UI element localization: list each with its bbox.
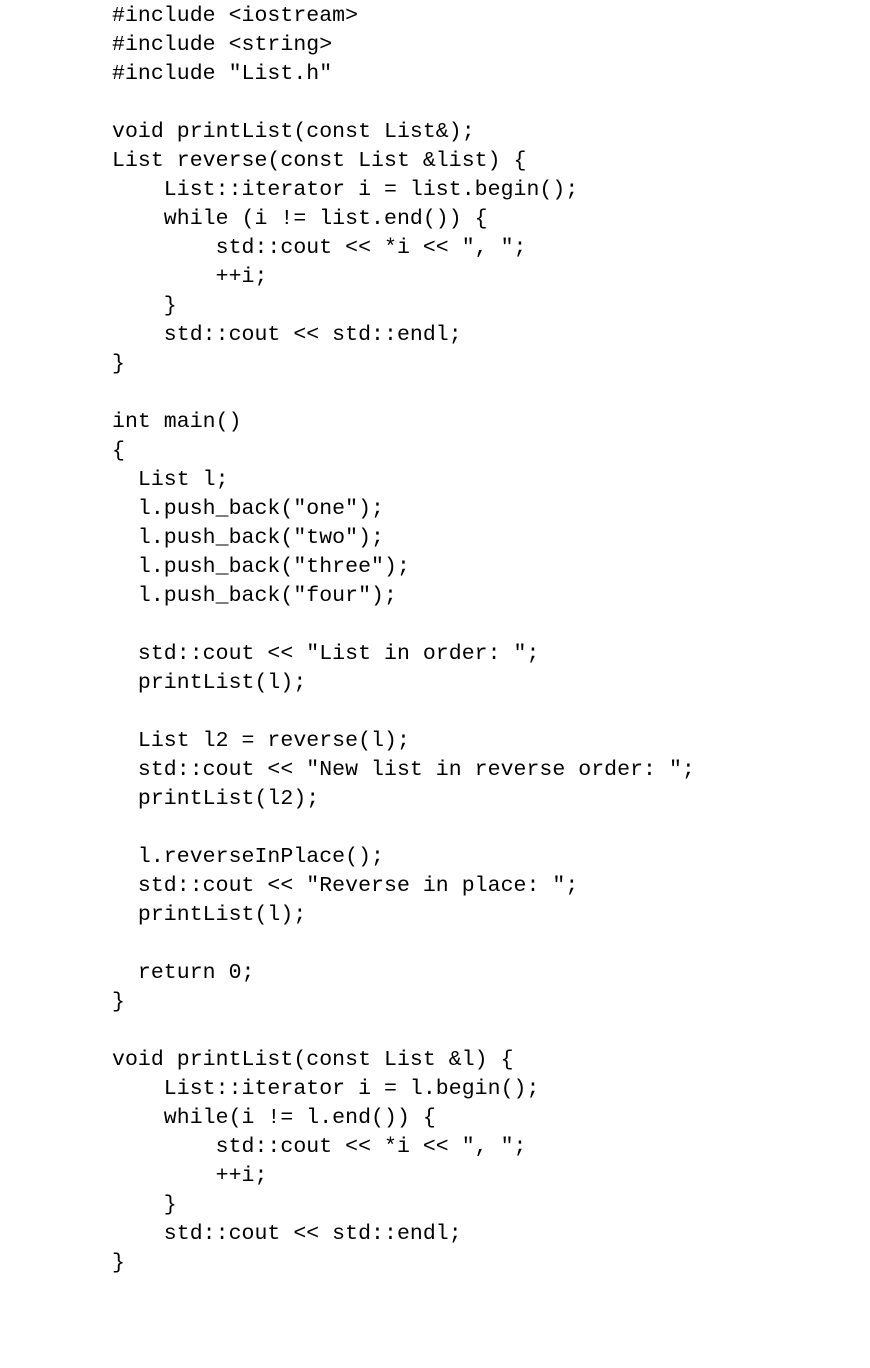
code-line: std::cout << std::endl; [112,323,462,347]
code-line: int main() [112,410,242,434]
code-line: l.push_back("four"); [112,584,397,608]
code-line: std::cout << std::endl; [112,1222,462,1246]
code-line: void printList(const List&); [112,120,475,144]
code-line: std::cout << "List in order: "; [112,642,540,666]
code-line: ++i; [112,265,268,289]
code-line: } [112,352,125,376]
code-line: std::cout << *i << ", "; [112,236,527,260]
code-line: List::iterator i = l.begin(); [112,1077,540,1101]
code-line: printList(l); [112,671,307,695]
code-line: printList(l2); [112,787,320,811]
code-listing: #include <iostream> #include <string> #inc… [112,2,870,1278]
code-line: while (i != list.end()) { [112,207,488,231]
code-line: l.push_back("three"); [112,555,410,579]
code-line: std::cout << "Reverse in place: "; [112,874,579,898]
code-line: return 0; [112,961,255,985]
code-line: List reverse(const List &list) { [112,149,527,173]
code-line: } [112,1251,125,1275]
code-line: ++i; [112,1164,268,1188]
code-line: std::cout << "New list in reverse order:… [112,758,695,782]
code-line: } [112,1193,177,1217]
code-line: #include <string> [112,33,333,57]
code-line: { [112,439,125,463]
code-line: } [112,294,177,318]
code-line: List l; [112,468,229,492]
code-line: while(i != l.end()) { [112,1106,436,1130]
code-line: l.push_back("two"); [112,526,384,550]
code-line: l.reverseInPlace(); [112,845,384,869]
code-line: List::iterator i = list.begin(); [112,178,579,202]
code-line: } [112,990,125,1014]
code-line: void printList(const List &l) { [112,1048,514,1072]
code-line: List l2 = reverse(l); [112,729,410,753]
code-line: #include <iostream> [112,4,359,28]
code-line: printList(l); [112,903,307,927]
code-line: l.push_back("one"); [112,497,384,521]
code-line: #include "List.h" [112,62,333,86]
code-line: std::cout << *i << ", "; [112,1135,527,1159]
